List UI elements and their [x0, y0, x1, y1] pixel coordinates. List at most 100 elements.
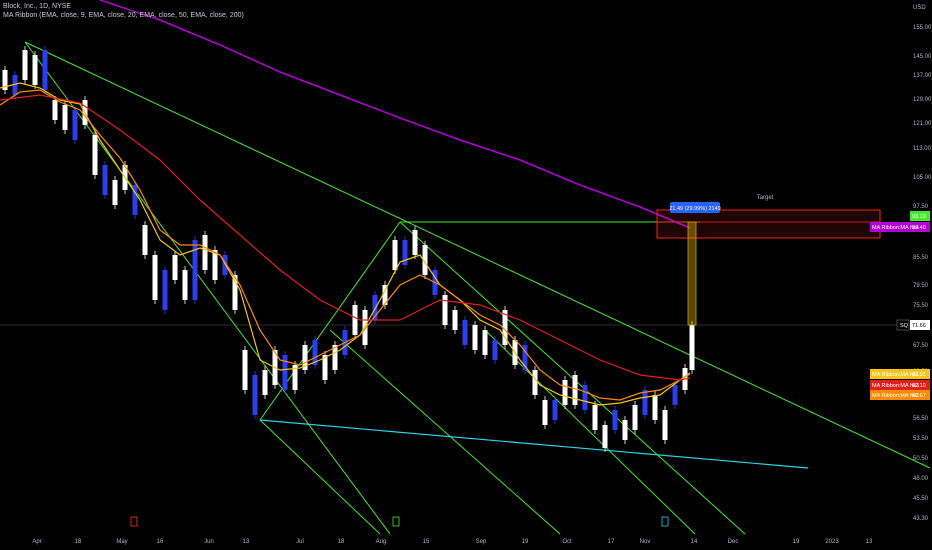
- candle-body: [262, 370, 268, 395]
- candle-body: [42, 50, 48, 90]
- event-marker: [661, 516, 669, 527]
- price-tick-label: 145.00: [913, 54, 932, 60]
- candle-body: [162, 270, 168, 310]
- candle-body: [462, 320, 468, 345]
- trendline: [24, 41, 391, 535]
- candle-body: [572, 375, 578, 405]
- candle-body: [602, 425, 608, 448]
- date-tick-label: Dec: [728, 539, 739, 545]
- price-tick-label: 137.00: [913, 73, 932, 79]
- candle-body: [642, 390, 648, 415]
- candle-body: [689, 325, 695, 370]
- candle-body: [352, 305, 358, 335]
- candle-body: [392, 240, 398, 270]
- candle-body: [652, 395, 658, 420]
- price-tick-label: 79.50: [913, 283, 929, 289]
- price-tick-label: 155.00: [913, 25, 932, 31]
- event-marker: [130, 516, 138, 527]
- ema-line-4: [99, 0, 691, 229]
- price-tick-label: 97.50: [913, 204, 929, 210]
- trendline: [259, 419, 381, 535]
- candle-body: [142, 225, 148, 255]
- candle-body: [242, 350, 248, 390]
- date-tick-label: 15: [423, 539, 430, 545]
- target-label: Target: [757, 195, 774, 201]
- candle-body: [152, 255, 158, 300]
- candle-body: [552, 400, 558, 420]
- candle-body: [202, 235, 208, 270]
- date-tick-label: Sep: [476, 539, 487, 545]
- date-tick-label: Oct: [562, 539, 572, 545]
- date-tick-label: 14: [691, 539, 698, 545]
- measure-bar: [687, 221, 697, 326]
- currency-label: USD: [913, 5, 926, 11]
- date-tick-label: Jun: [204, 539, 214, 545]
- candle-body: [472, 325, 478, 350]
- date-tick-label: Nov: [640, 539, 651, 545]
- candle-body: [482, 330, 488, 355]
- candle-body: [92, 135, 98, 175]
- ma4-tag: MA Ribbon:MA №4: [872, 225, 919, 231]
- candle-body: [592, 405, 598, 430]
- candle-body: [612, 410, 618, 430]
- price-tick-label: 75.50: [913, 303, 929, 309]
- candle-body: [582, 385, 588, 410]
- date-tick-label: 18: [338, 539, 345, 545]
- date-tick-label: May: [116, 539, 127, 545]
- candle-body: [52, 100, 58, 120]
- date-tick-label: 2023: [825, 539, 839, 545]
- price-tick-label: 129.00: [913, 97, 932, 103]
- candle-body: [112, 180, 118, 205]
- indicator-legend[interactable]: MA Ribbon (EMA, close, 9, EMA, close, 20…: [3, 12, 244, 19]
- candle-body: [182, 270, 188, 300]
- candle-body: [452, 310, 458, 330]
- candle-body: [672, 385, 678, 405]
- event-marker: [392, 516, 400, 527]
- date-tick-label: 19: [793, 539, 800, 545]
- candle-body: [542, 400, 548, 425]
- candle-body: [102, 165, 108, 195]
- price-tick-label: 105.00: [913, 175, 932, 181]
- last-price-tag: 71.66: [912, 323, 926, 329]
- price-chart[interactable]: 155.00 145.00 137.00 129.00 121.00 113.00 105.…: [0, 0, 932, 550]
- date-tick-label: 16: [157, 539, 164, 545]
- support-line: [259, 419, 809, 469]
- candle-body: [442, 295, 448, 325]
- candle-body: [252, 375, 258, 415]
- date-tick-label: 17: [608, 539, 615, 545]
- symbol-title: Block, Inc., 1D, NYSE: [3, 3, 72, 10]
- candle-body: [212, 250, 218, 280]
- trendline: [24, 41, 931, 469]
- ma3-tag: MA Ribbon:MA №3: [872, 383, 919, 389]
- trendline: [259, 221, 401, 421]
- candle-body: [532, 370, 538, 395]
- price-tick-label: 53.50: [913, 436, 929, 442]
- target-top-price-tag: 93.19: [912, 214, 926, 220]
- candle-body: [22, 50, 28, 80]
- candle-body: [412, 230, 418, 255]
- price-tick-label: 113.00: [913, 146, 932, 152]
- date-tick-label: Jul: [296, 539, 304, 545]
- date-tick-label: 19: [522, 539, 529, 545]
- ma2-tag: MA Ribbon:MA №2: [872, 393, 919, 399]
- price-tick-label: 85.50: [913, 255, 929, 261]
- price-tick-label: 45.50: [913, 496, 929, 502]
- candle-body: [492, 340, 498, 360]
- candle-body: [662, 410, 668, 440]
- date-tick-label: 13: [243, 539, 250, 545]
- candle-body: [62, 105, 68, 130]
- measure-text: 21.49 (29.99%) 2149: [669, 206, 720, 212]
- ma1-tag: MA Ribbon:MA №1: [872, 372, 919, 378]
- price-tick-label: 121.00: [913, 121, 932, 127]
- candle-body: [562, 380, 568, 405]
- date-tick-label: Apr: [32, 539, 41, 545]
- date-tick-label: 13: [866, 539, 873, 545]
- candle-body: [632, 405, 638, 430]
- candle-body: [172, 255, 178, 280]
- candle-body: [72, 110, 78, 140]
- price-tick-label: 56.50: [913, 416, 929, 422]
- price-tick-label: 67.50: [913, 343, 929, 349]
- candle-body: [622, 420, 628, 440]
- ticker-tag: SQ: [900, 323, 909, 329]
- candle-body: [32, 55, 38, 85]
